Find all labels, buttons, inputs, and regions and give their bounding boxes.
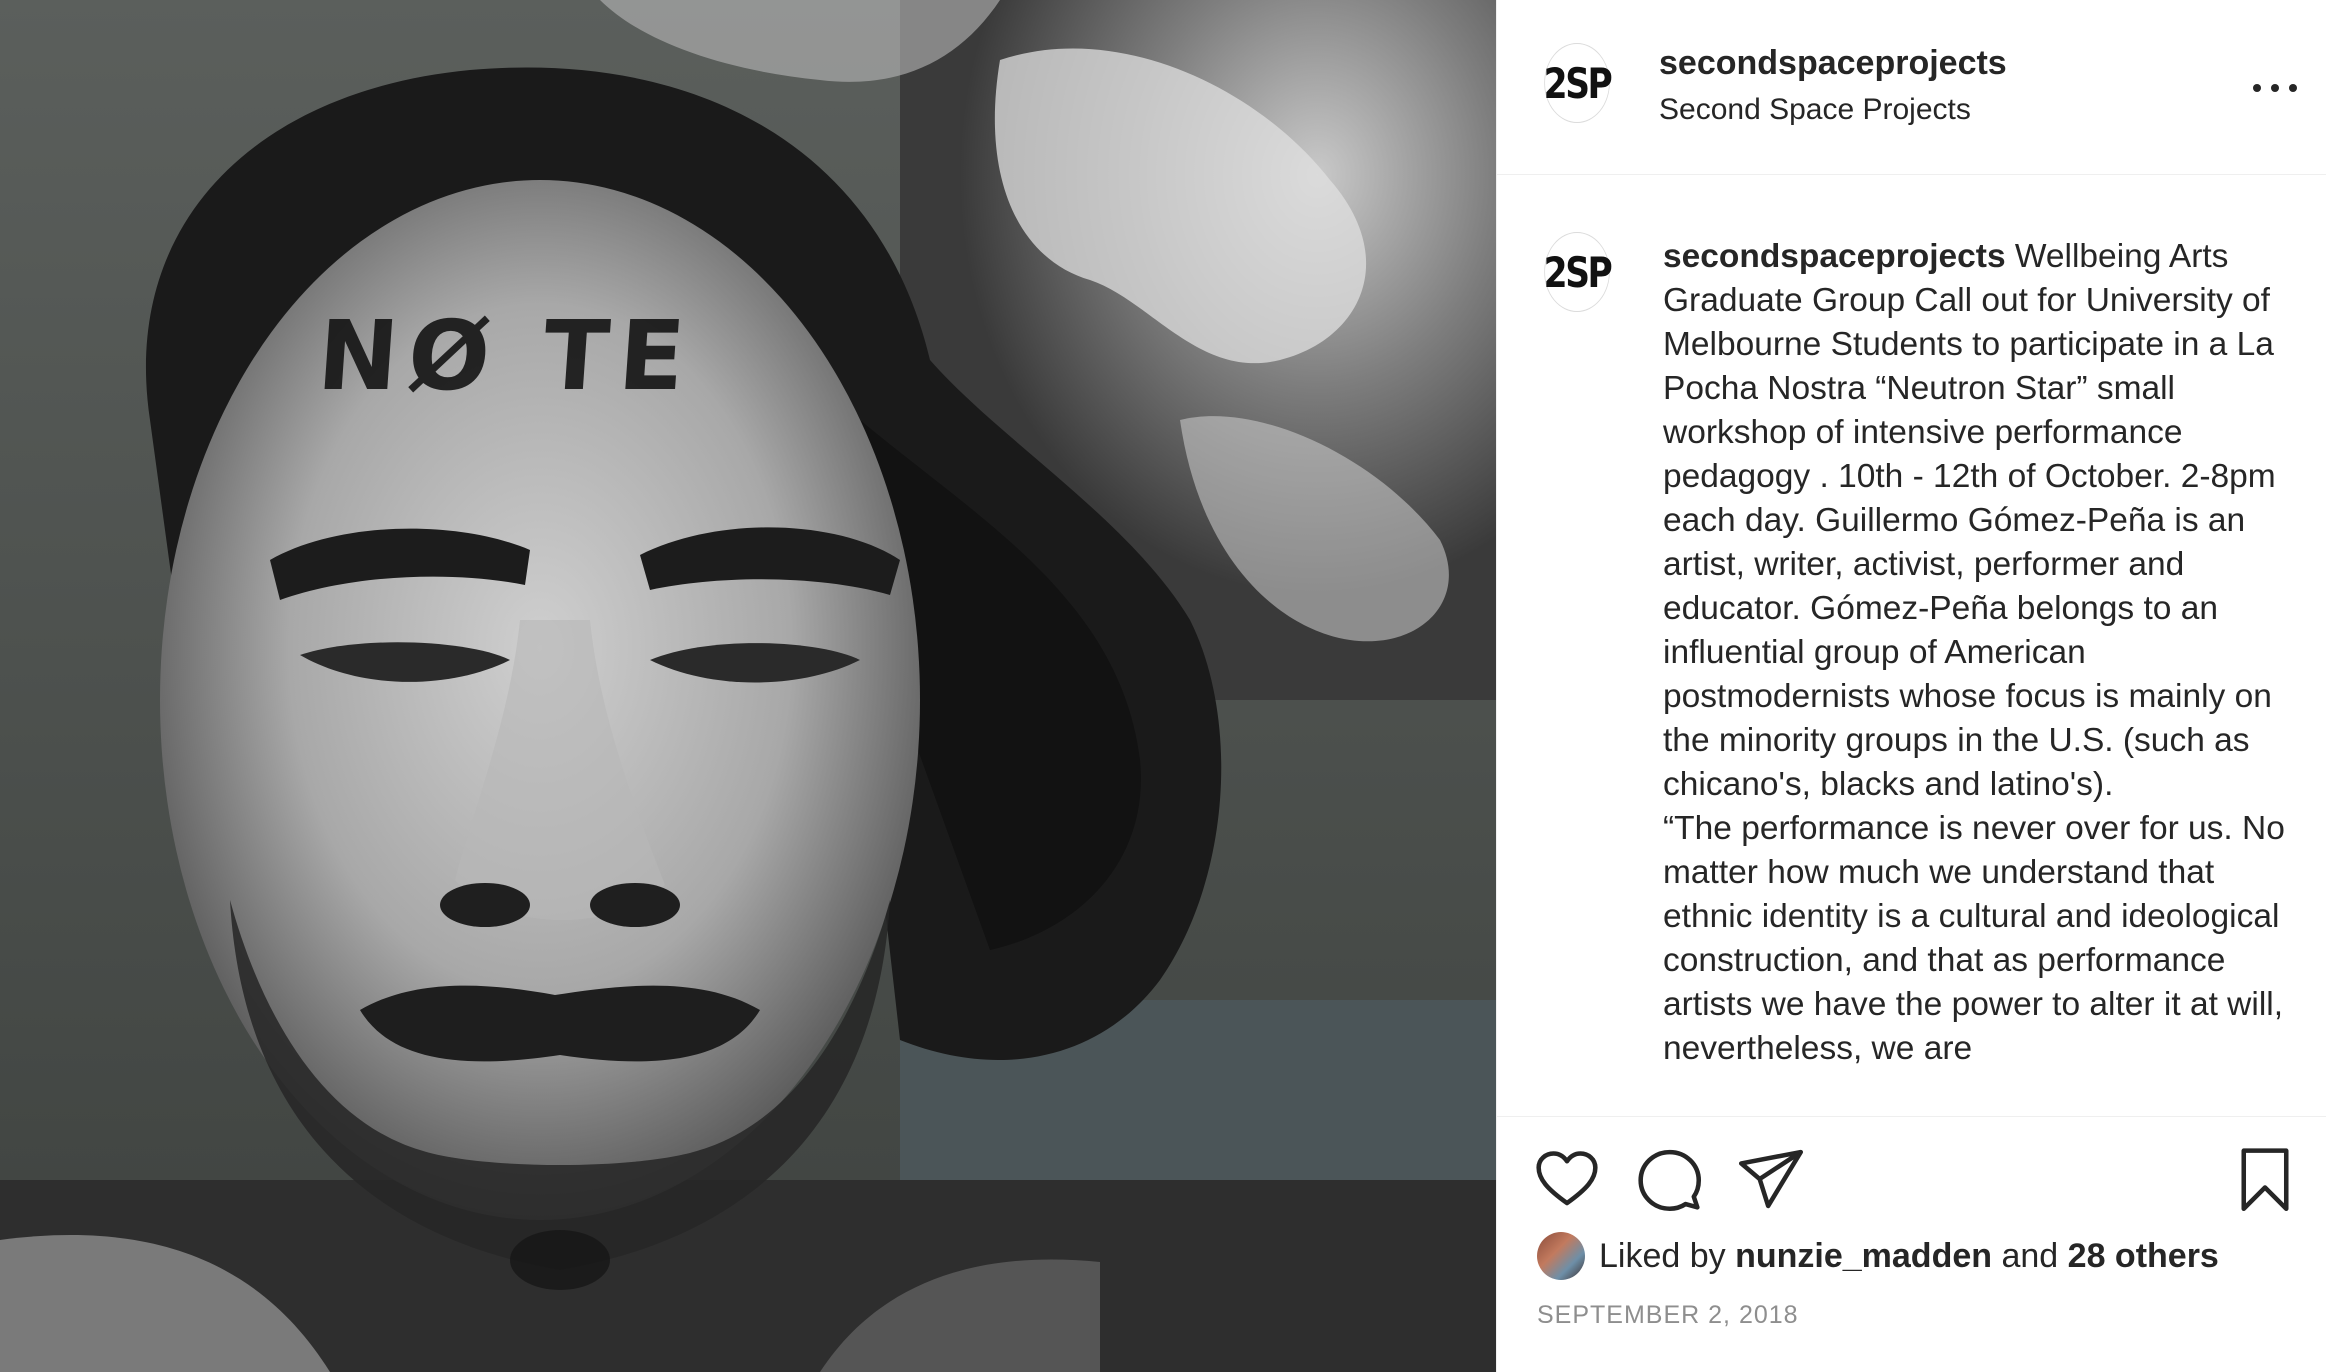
forehead-writing: NØ TE	[314, 300, 699, 412]
post-actions: Liked by nunzie_madden and 28 others SEP…	[1497, 1117, 2326, 1372]
profile-full-name: Second Space Projects	[1659, 93, 1971, 126]
liker-username[interactable]: nunzie_madden	[1735, 1237, 1992, 1276]
post-date[interactable]: SEPTEMBER 2, 2018	[1537, 1301, 1799, 1330]
caption-avatar[interactable]: 2SP	[1544, 232, 1613, 312]
more-options-icon[interactable]	[2253, 66, 2297, 110]
liker-avatar[interactable]	[1537, 1232, 1585, 1280]
likes-others-link[interactable]: 28 others	[2068, 1237, 2219, 1276]
caption-username[interactable]: secondspaceprojects	[1663, 238, 2006, 275]
post-photo-graphic	[0, 0, 1496, 1372]
post-image[interactable]: NØ TE	[0, 0, 1496, 1372]
comments-section[interactable]: 2SP secondspaceprojects Wellbeing Arts G…	[1497, 175, 2326, 1117]
likes-summary: Liked by nunzie_madden and 28 others	[1537, 1229, 2219, 1283]
post-header: 2SP secondspaceprojects Second Space Pro…	[1497, 0, 2326, 175]
heart-icon[interactable]	[1533, 1145, 1601, 1213]
post-caption: secondspaceprojects Wellbeing Arts Gradu…	[1663, 235, 2293, 1071]
caption-text: Wellbeing Arts Graduate Group Call out f…	[1663, 238, 2285, 1067]
profile-avatar[interactable]: 2SP	[1544, 43, 1613, 123]
likes-middle: and	[2001, 1236, 2059, 1275]
bookmark-icon[interactable]	[2231, 1145, 2299, 1213]
share-icon[interactable]	[1737, 1145, 1805, 1213]
comment-icon[interactable]	[1635, 1145, 1703, 1213]
likes-prefix: Liked by	[1599, 1236, 1726, 1275]
profile-username[interactable]: secondspaceprojects	[1659, 44, 2007, 83]
post-side-panel: 2SP secondspaceprojects Second Space Pro…	[1496, 0, 2326, 1372]
